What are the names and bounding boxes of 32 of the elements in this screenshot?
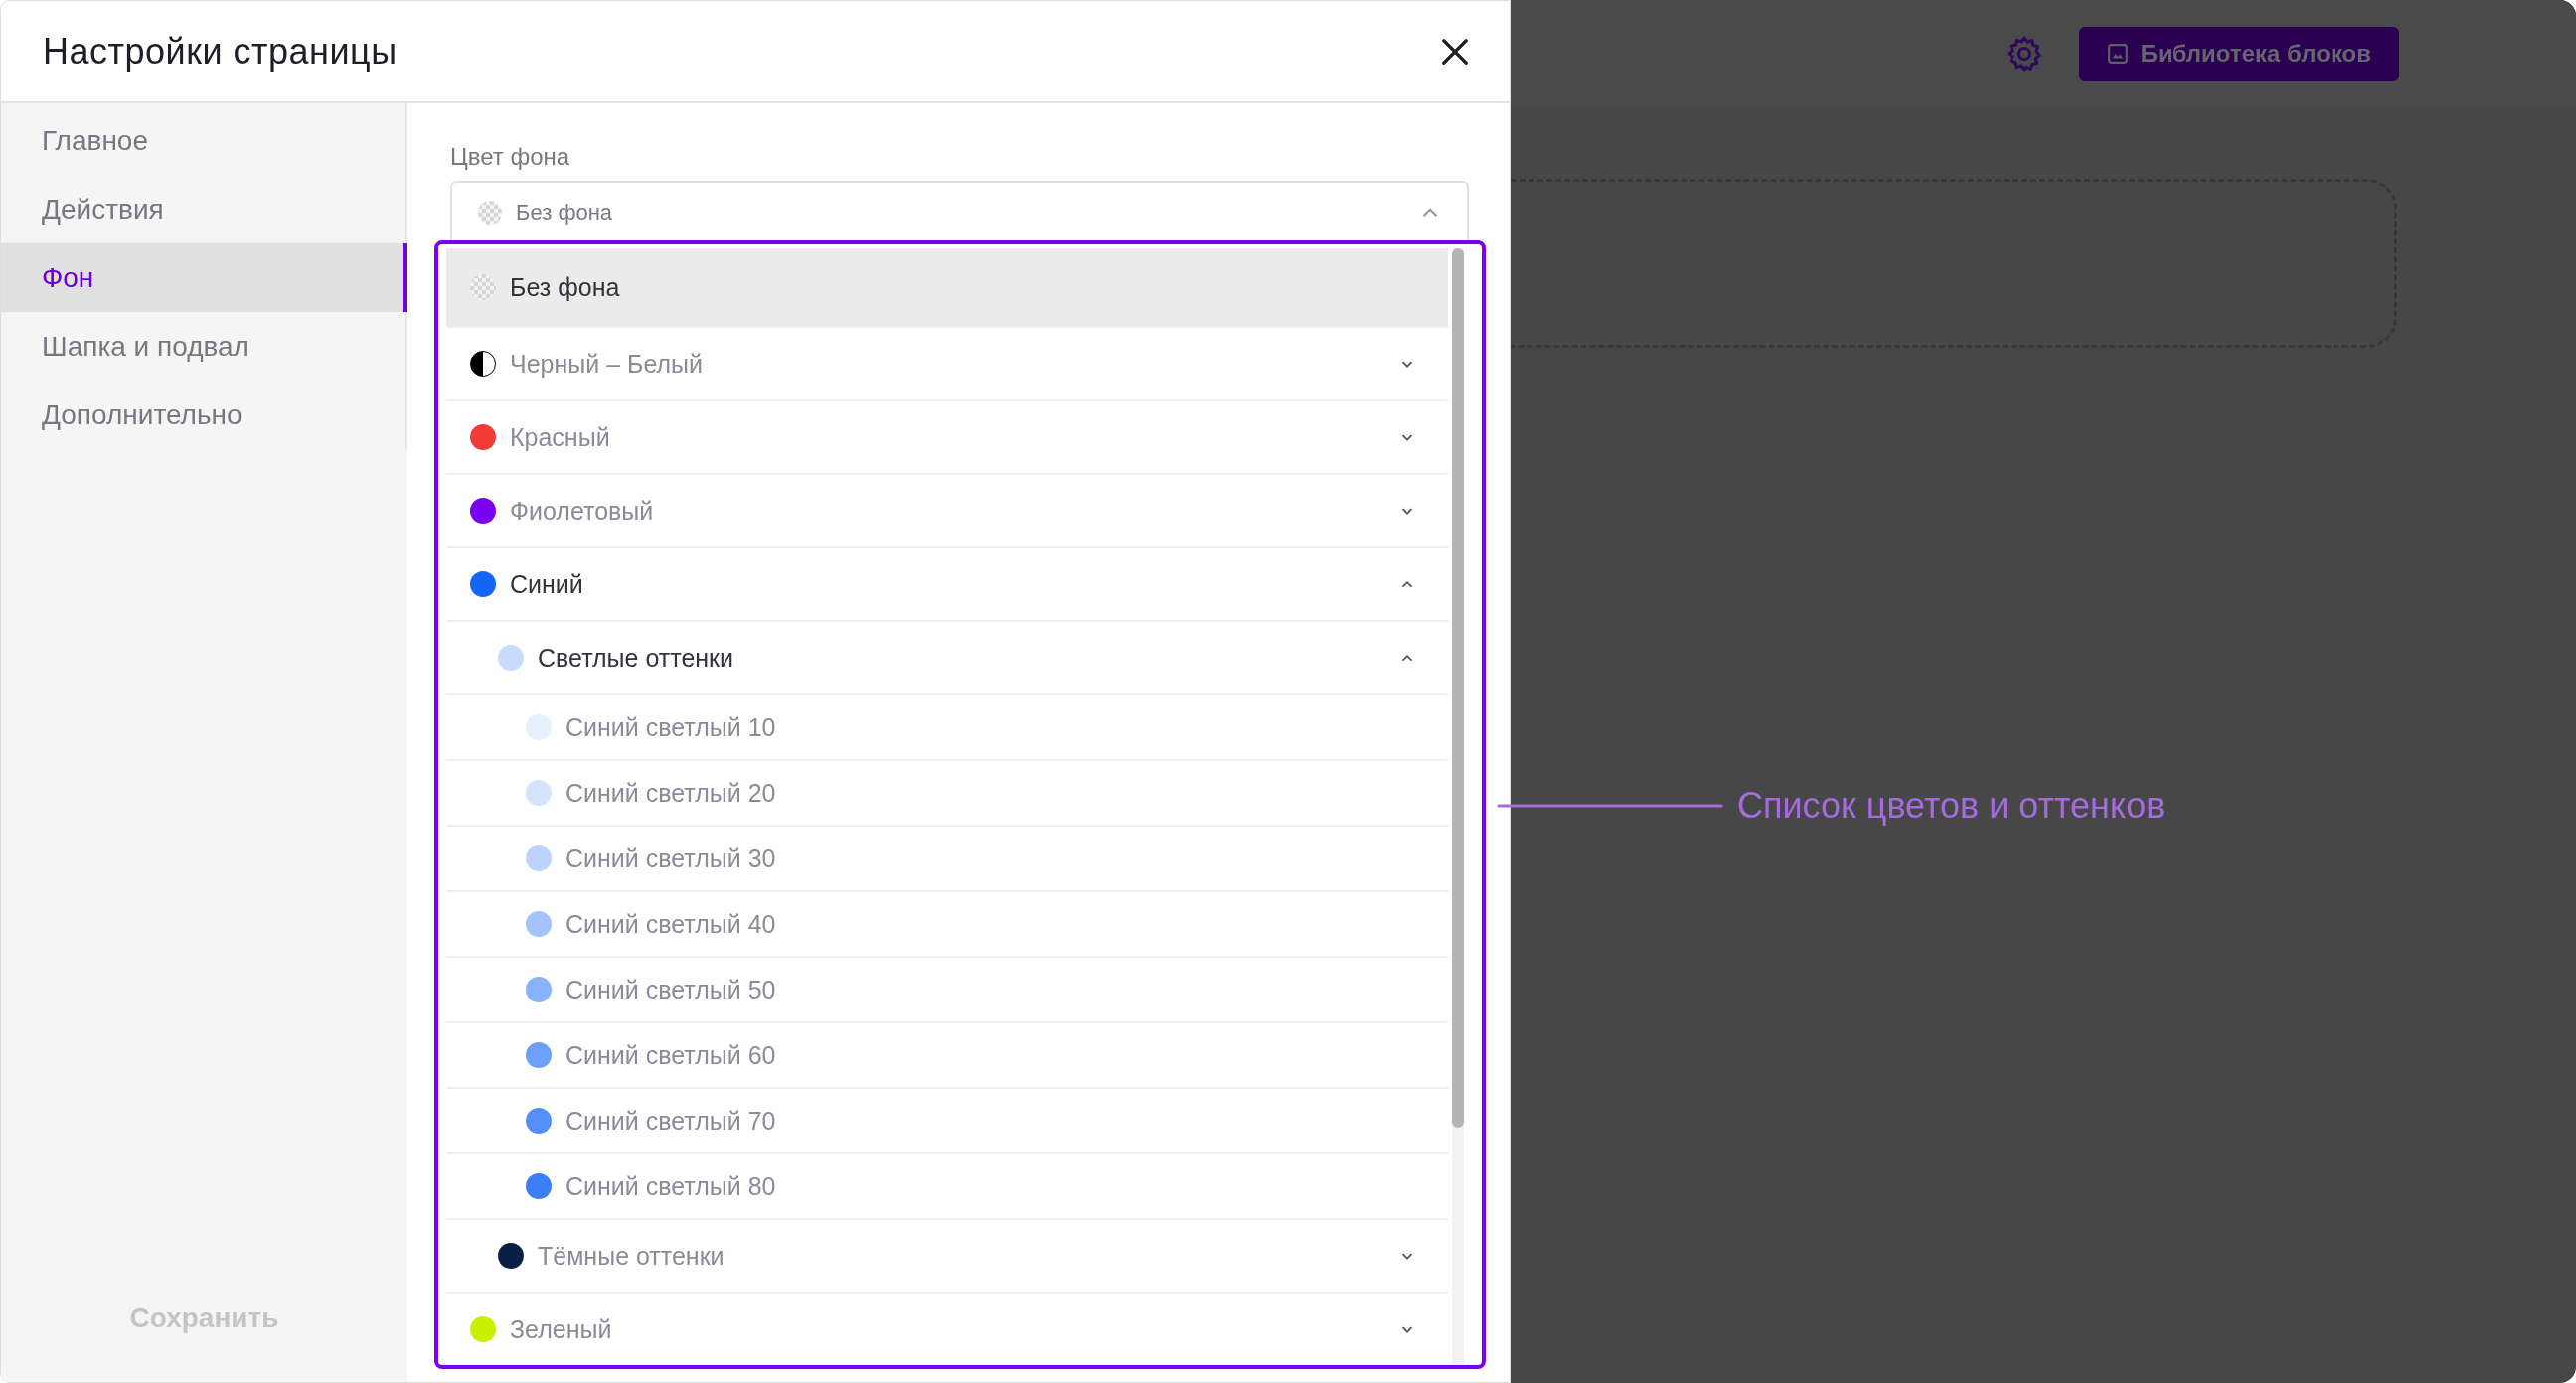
color-option[interactable]: Синий светлый 30 <box>446 827 1448 892</box>
color-option[interactable]: Синий светлый 20 <box>446 761 1448 827</box>
transparent-swatch-icon <box>470 274 496 300</box>
color-option[interactable]: Тёмные оттенки <box>446 1220 1448 1294</box>
color-option[interactable]: Синий светлый 60 <box>446 1023 1448 1089</box>
sidebar-item[interactable]: Шапка и подвал <box>1 312 405 381</box>
sidebar-item[interactable]: Фон <box>1 243 407 312</box>
color-option[interactable]: Синий светлый 50 <box>446 958 1448 1023</box>
settings-icon[interactable] <box>2005 35 2043 73</box>
field-label: Цвет фона <box>450 143 571 171</box>
color-option[interactable]: Синий светлый 80 <box>446 1154 1448 1220</box>
sidebar-item[interactable]: Действия <box>1 175 405 243</box>
block-library-button[interactable]: Библиотека блоков <box>2078 26 2399 81</box>
transparent-swatch-icon <box>478 201 502 225</box>
color-option[interactable]: Фиолетовый <box>446 475 1448 548</box>
color-option[interactable]: Синий светлый 70 <box>446 1089 1448 1154</box>
sidebar-item[interactable]: Главное <box>1 106 405 175</box>
dialog-title: Настройки страницы <box>43 30 398 73</box>
sidebar-item[interactable]: Дополнительно <box>1 381 405 449</box>
color-option[interactable]: Синий <box>446 548 1448 622</box>
image-icon <box>2106 43 2129 65</box>
color-option[interactable]: Без фона <box>446 248 1448 328</box>
color-option[interactable]: Синий светлый 40 <box>446 892 1448 958</box>
color-option[interactable]: Светлые оттенки <box>446 622 1448 695</box>
scrollbar[interactable] <box>1452 248 1464 1128</box>
split-swatch-icon <box>470 351 496 377</box>
color-option[interactable]: Синий светлый 10 <box>446 695 1448 761</box>
color-option[interactable]: Черный – Белый <box>446 328 1448 401</box>
color-option[interactable]: Красный <box>446 401 1448 475</box>
close-icon[interactable] <box>1440 36 1470 67</box>
annotation-label: Список цветов и оттенков <box>1737 785 2166 827</box>
color-option[interactable]: Зеленый <box>446 1294 1448 1365</box>
